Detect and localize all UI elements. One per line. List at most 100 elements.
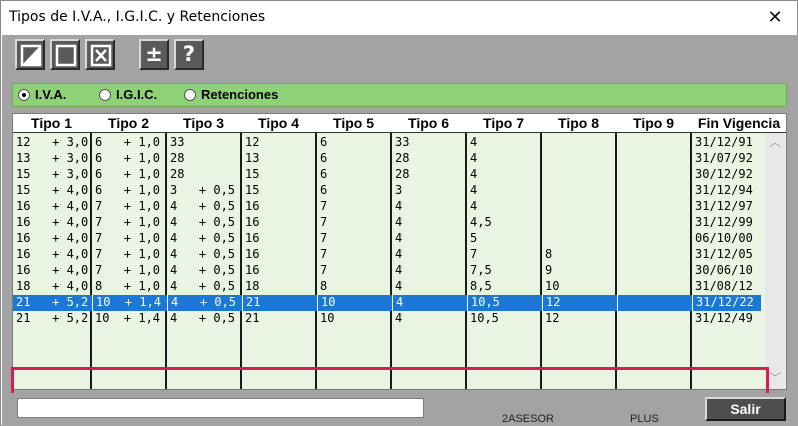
- table-cell: 28: [170, 151, 185, 165]
- table-cell: 4 + 0,5: [170, 311, 236, 325]
- table-row[interactable]: 16 + 4,0 7 + 1,0 4 + 0,5 16 7 4 4 31/12/97: [13, 199, 761, 215]
- table-cell: 9: [545, 263, 553, 277]
- table-cell: 16 + 4,0: [16, 215, 89, 229]
- vertical-scrollbar[interactable]: ︿ ﹀: [765, 133, 785, 389]
- table-cell: 31/12/22: [692, 295, 760, 311]
- close-button[interactable]: ✕: [761, 4, 789, 31]
- radio-label-retenciones: Retenciones: [201, 87, 279, 102]
- radio-retenciones[interactable]: Retenciones: [184, 87, 304, 103]
- table-cell: 31/12/49: [695, 311, 753, 325]
- table-cell: 8 + 1,0: [95, 279, 161, 293]
- table-row[interactable]: 16 + 4,0 7 + 1,0 4 + 0,5 16 7 4 7 8 31/12/05: [13, 247, 761, 263]
- table-cell: 31/12/05: [695, 247, 753, 261]
- table-cell: 12: [245, 135, 260, 149]
- table-row[interactable]: 15 + 3,0 6 + 1,0 28 15 6 28 4 30/12/92: [13, 167, 761, 183]
- table-cell: [617, 295, 690, 311]
- toolbar-button-delete[interactable]: [85, 39, 115, 70]
- table-cell: 4: [395, 199, 403, 213]
- table-cell: 21 + 5,2: [16, 311, 89, 325]
- column-header: Tipo 1: [31, 115, 72, 131]
- background-text: 2ASESOR: [502, 413, 554, 425]
- table-cell: 10: [320, 311, 335, 325]
- table-cell: 7: [320, 199, 328, 213]
- table-row[interactable]: 13 + 3,0 6 + 1,0 28 13 6 28 4 31/07/92: [13, 151, 761, 167]
- table-cell: [617, 183, 690, 199]
- table-cell: 33: [170, 135, 185, 149]
- table-cell: 7: [320, 263, 328, 277]
- table-cell: 4 + 0,5: [170, 215, 236, 229]
- column-header: Tipo 6: [408, 115, 449, 131]
- table-cell: 18 + 4,0: [16, 279, 89, 293]
- toolbar-button-half-fill[interactable]: [15, 39, 45, 70]
- table-row[interactable]: 16 + 4,0 7 + 1,0 4 + 0,5 16 7 4 7,5 9 30/06/10: [13, 263, 761, 279]
- table-cell: [542, 167, 615, 183]
- table-cell: 4 + 0,5: [170, 199, 236, 213]
- radio-igic[interactable]: I.G.I.C.: [99, 87, 179, 103]
- table-cell: 6: [320, 151, 328, 165]
- column-header: Tipo 9: [633, 115, 674, 131]
- table-cell: 4: [395, 279, 403, 293]
- table-cell: 8: [545, 247, 553, 261]
- toolbar-button-plus-minus[interactable]: ±: [139, 39, 169, 70]
- help-icon: ?: [182, 42, 196, 66]
- table-cell: 15: [245, 183, 260, 197]
- table-cell: 7 + 1,0: [95, 215, 161, 229]
- table-row[interactable]: 16 + 4,0 7 + 1,0 4 + 0,5 16 7 4 4,5 31/12/99: [13, 215, 761, 231]
- plus-minus-icon: ±: [145, 42, 163, 66]
- table-cell: 16 + 4,0: [16, 199, 89, 213]
- scroll-down-icon[interactable]: ﹀: [768, 372, 782, 384]
- table-cell: 3 + 0,5: [170, 183, 236, 197]
- table-cell: 7: [320, 247, 328, 261]
- table-cell: 8,5: [470, 279, 492, 293]
- table-cell: 4: [470, 135, 478, 149]
- table-row[interactable]: 12 + 3,0 6 + 1,0 33 12 6 33 4 31/12/91: [13, 135, 761, 151]
- toolbar-button-blank[interactable]: [50, 39, 80, 70]
- status-field: [17, 398, 424, 418]
- table-cell: 10: [317, 295, 390, 311]
- tax-rates-dialog: Tipos de I.V.A., I.G.I.C. y Retenciones …: [0, 0, 798, 426]
- table-cell: 13: [245, 151, 260, 165]
- background-text: PLUS: [630, 413, 659, 425]
- table-cell: 7 + 1,0: [95, 199, 161, 213]
- column-header: Tipo 3: [183, 115, 224, 131]
- table-cell: [542, 215, 615, 231]
- table-cell: 30/12/92: [695, 167, 753, 181]
- table-cell: [617, 151, 690, 167]
- table-row[interactable]: 21 + 5,2 10 + 1,4 4 + 0,5 21 10 4 10,5 12 31/12/…: [13, 295, 761, 311]
- table-cell: 28: [170, 167, 185, 181]
- column-header: Tipo 5: [333, 115, 374, 131]
- table-cell: 6 + 1,0: [95, 183, 161, 197]
- table-cell: 16 + 4,0: [16, 231, 89, 245]
- radio-dot-selected: [18, 89, 30, 101]
- title-bar: Tipos de I.V.A., I.G.I.C. y Retenciones …: [1, 1, 797, 34]
- table-cell: 30/06/10: [695, 263, 753, 277]
- table-cell: [542, 135, 615, 151]
- table-cell: 16 + 4,0: [16, 263, 89, 277]
- column-header: Tipo 7: [483, 115, 524, 131]
- exit-button[interactable]: Salir: [705, 397, 786, 421]
- radio-label-iva: I.V.A.: [35, 87, 67, 102]
- scroll-up-icon[interactable]: ︿: [768, 136, 782, 148]
- table-cell: 6: [320, 135, 328, 149]
- toolbar-button-help[interactable]: ?: [174, 39, 204, 70]
- table-cell: 16: [245, 231, 260, 245]
- table-cell: 31/12/94: [695, 183, 753, 197]
- table-cell: 16: [245, 199, 260, 213]
- table-cell: 4: [470, 151, 478, 165]
- table-cell: 4: [395, 311, 403, 325]
- table-cell: 16 + 4,0: [16, 247, 89, 261]
- table-cell: 6 + 1,0: [95, 167, 161, 181]
- table-row[interactable]: 18 + 4,0 8 + 1,0 4 + 0,5 18 8 4 8,5 10 31/08/12: [13, 279, 761, 295]
- table-cell: 7: [320, 231, 328, 245]
- table-cell: [542, 151, 615, 167]
- table-cell: 15: [245, 167, 260, 181]
- table-row[interactable]: 21 + 5,2 10 + 1,4 4 + 0,5 21 10 4 10,5 12 31/12/…: [13, 311, 761, 327]
- radio-iva[interactable]: I.V.A.: [18, 87, 98, 103]
- table-cell: 21 + 5,2: [16, 295, 89, 309]
- table-cell: [617, 199, 690, 215]
- table-cell: 16: [245, 247, 260, 261]
- table-cell: 6: [320, 183, 328, 197]
- table-cell: [617, 247, 690, 263]
- table-row[interactable]: 15 + 4,0 6 + 1,0 3 + 0,5 15 6 3 4 31/12/94: [13, 183, 761, 199]
- table-row[interactable]: 16 + 4,0 7 + 1,0 4 + 0,5 16 7 4 5 06/10/00: [13, 231, 761, 247]
